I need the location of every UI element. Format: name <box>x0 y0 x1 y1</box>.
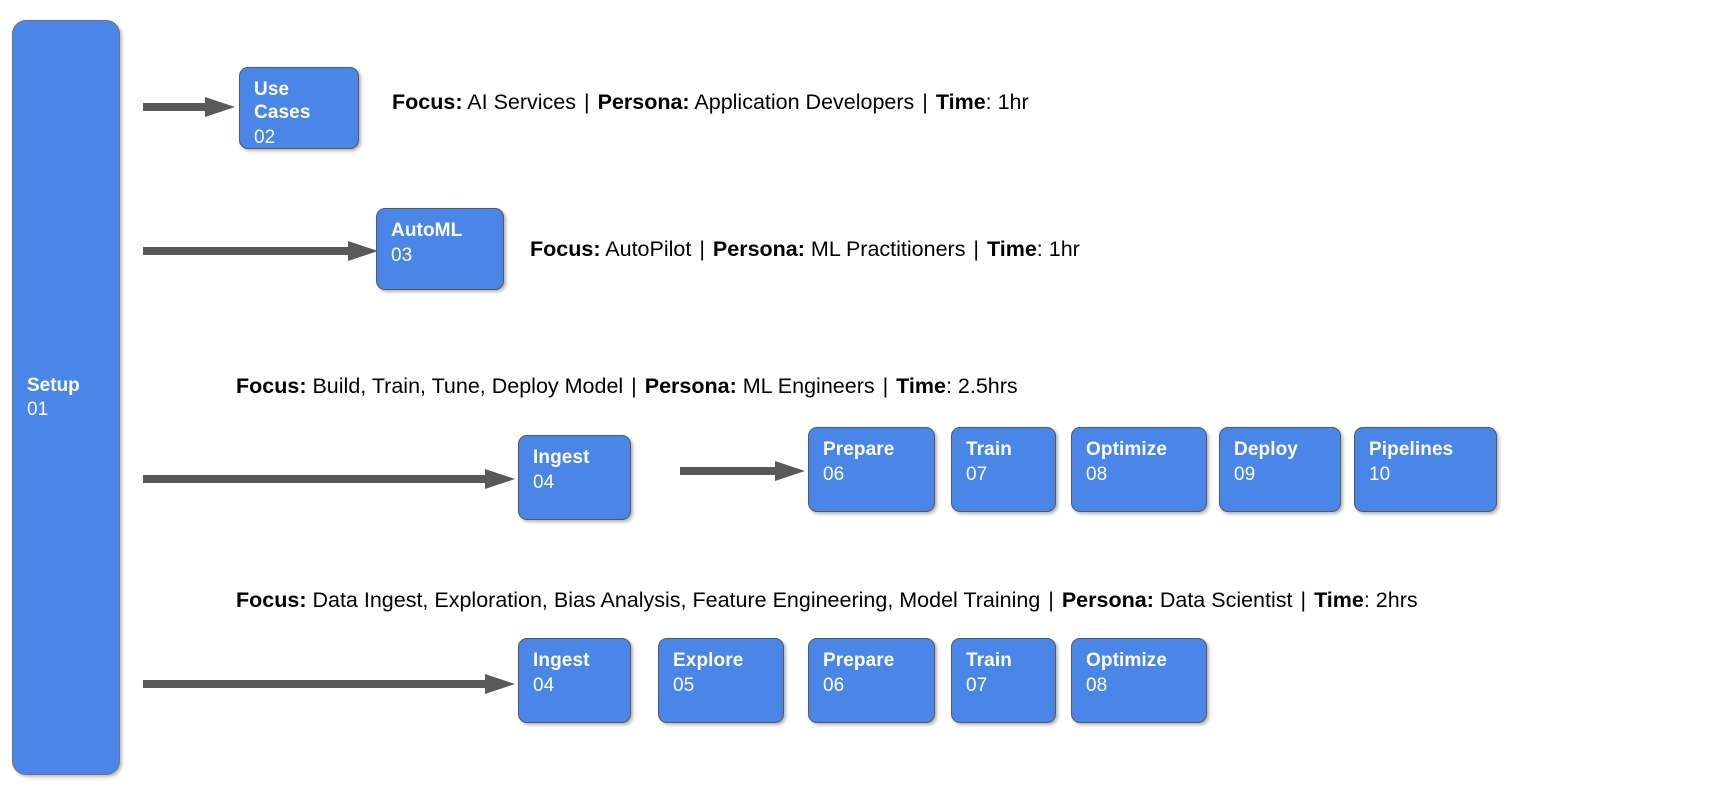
node-use-cases[interactable]: Use Cases 02 <box>239 67 359 149</box>
arrow-setup-to-ingest-ml <box>143 468 515 494</box>
node-ml-deploy-label: Deploy <box>1234 439 1298 460</box>
caption-automl-time-label: Time <box>987 237 1037 261</box>
node-ml-train-label: Train <box>966 439 1012 460</box>
caption-ml-engineers: Focus: Build, Train, Tune, Deploy Model … <box>236 373 1018 399</box>
node-ds-explore-label: Explore <box>673 650 744 671</box>
node-setup-number: 01 <box>27 398 49 420</box>
caption-use-cases-sep-1: | <box>584 90 590 114</box>
caption-ml-engineers-sep-2: | <box>882 374 889 398</box>
caption-data-scientist-focus-label: Focus: <box>236 588 307 612</box>
node-ml-deploy-number: 09 <box>1234 464 1256 485</box>
node-setup[interactable]: Setup 01 <box>12 20 120 775</box>
caption-use-cases-focus-value: AI Services <box>467 90 577 114</box>
node-ml-prepare[interactable]: Prepare 06 <box>808 427 935 512</box>
node-ds-prepare-number: 06 <box>823 675 845 696</box>
caption-use-cases-focus-label: Focus: <box>392 90 463 114</box>
caption-use-cases-time-value: : 1hr <box>985 90 1029 114</box>
node-automl-label: AutoML <box>391 220 463 241</box>
node-use-cases-number: 02 <box>254 127 276 148</box>
arrow-setup-to-ingest-ds <box>143 673 515 699</box>
caption-data-scientist: Focus: Data Ingest, Exploration, Bias An… <box>236 587 1418 613</box>
caption-data-scientist-persona-value: Data Scientist <box>1159 588 1293 612</box>
node-ds-prepare-label: Prepare <box>823 650 895 671</box>
node-use-cases-label: Use Cases <box>254 79 311 123</box>
node-ds-train[interactable]: Train 07 <box>951 638 1056 723</box>
caption-use-cases-time-label: Time <box>935 90 986 114</box>
node-ml-ingest[interactable]: Ingest 04 <box>518 435 631 520</box>
node-ds-train-label: Train <box>966 650 1012 671</box>
arrow-setup-to-automl <box>143 240 378 266</box>
node-ds-ingest-label: Ingest <box>533 650 590 671</box>
node-ds-explore-number: 05 <box>673 675 695 696</box>
node-automl-number: 03 <box>391 245 413 266</box>
node-ml-optimize-number: 08 <box>1086 464 1108 485</box>
node-ds-ingest[interactable]: Ingest 04 <box>518 638 631 723</box>
caption-data-scientist-focus-value: Data Ingest, Exploration, Bias Analysis,… <box>312 588 1047 612</box>
node-ml-train[interactable]: Train 07 <box>951 427 1056 512</box>
caption-data-scientist-sep-1: | <box>1048 588 1054 612</box>
caption-use-cases-sep-2: | <box>922 90 928 114</box>
node-ds-optimize-label: Optimize <box>1086 650 1168 671</box>
caption-automl-persona-value: ML Practitioners <box>810 237 966 261</box>
caption-ml-engineers-sep-1: | <box>631 374 637 398</box>
node-ml-pipelines[interactable]: Pipelines 10 <box>1354 427 1497 512</box>
caption-ml-engineers-focus-value: Build, Train, Tune, Deploy Model <box>312 374 630 398</box>
node-ml-prepare-number: 06 <box>823 464 845 485</box>
caption-automl-focus-label: Focus: <box>530 237 601 261</box>
caption-automl-time-value: : 1hr <box>1036 237 1080 261</box>
node-ml-ingest-label: Ingest <box>533 447 590 468</box>
node-ml-prepare-label: Prepare <box>823 439 895 460</box>
caption-use-cases-persona-label: Persona: <box>597 90 690 114</box>
node-ml-pipelines-number: 10 <box>1369 464 1391 485</box>
caption-ml-engineers-persona-label: Persona: <box>644 374 737 398</box>
caption-data-scientist-sep-2: | <box>1300 588 1307 612</box>
node-automl[interactable]: AutoML 03 <box>376 208 504 290</box>
caption-data-scientist-time-label: Time <box>1314 588 1364 612</box>
node-ds-explore[interactable]: Explore 05 <box>658 638 784 723</box>
node-ds-optimize[interactable]: Optimize 08 <box>1071 638 1207 723</box>
caption-automl-focus-value: AutoPilot <box>605 237 692 261</box>
caption-ml-engineers-time-value: : 2.5hrs <box>945 374 1018 398</box>
caption-use-cases-persona-value: Application Developers <box>694 90 915 114</box>
node-ds-train-number: 07 <box>966 675 988 696</box>
node-ml-deploy[interactable]: Deploy 09 <box>1219 427 1341 512</box>
node-ml-optimize[interactable]: Optimize 08 <box>1071 427 1207 512</box>
node-ds-ingest-number: 04 <box>533 675 555 696</box>
node-ml-train-number: 07 <box>966 464 988 485</box>
caption-ml-engineers-focus-label: Focus: <box>236 374 307 398</box>
arrow-setup-to-use-cases <box>143 96 235 122</box>
caption-use-cases: Focus: AI Services | Persona: Applicatio… <box>392 89 1029 115</box>
node-ds-prepare[interactable]: Prepare 06 <box>808 638 935 723</box>
caption-automl: Focus: AutoPilot | Persona: ML Practitio… <box>530 236 1080 262</box>
node-ml-optimize-label: Optimize <box>1086 439 1168 460</box>
caption-ml-engineers-persona-value: ML Engineers <box>742 374 875 398</box>
node-ml-pipelines-label: Pipelines <box>1369 439 1454 460</box>
caption-automl-sep-2: | <box>973 237 980 261</box>
caption-automl-persona-label: Persona: <box>712 237 805 261</box>
arrow-ingest-to-prepare-ml <box>680 460 805 486</box>
node-setup-label: Setup <box>27 374 80 396</box>
caption-data-scientist-time-value: : 2hrs <box>1363 588 1418 612</box>
node-ml-ingest-number: 04 <box>533 472 555 493</box>
caption-automl-sep-1: | <box>699 237 705 261</box>
caption-data-scientist-persona-label: Persona: <box>1061 588 1154 612</box>
diagram-canvas: Setup 01 Use Cases 02 Focus: AI Services… <box>0 0 1730 806</box>
node-ds-optimize-number: 08 <box>1086 675 1108 696</box>
caption-ml-engineers-time-label: Time <box>896 374 946 398</box>
